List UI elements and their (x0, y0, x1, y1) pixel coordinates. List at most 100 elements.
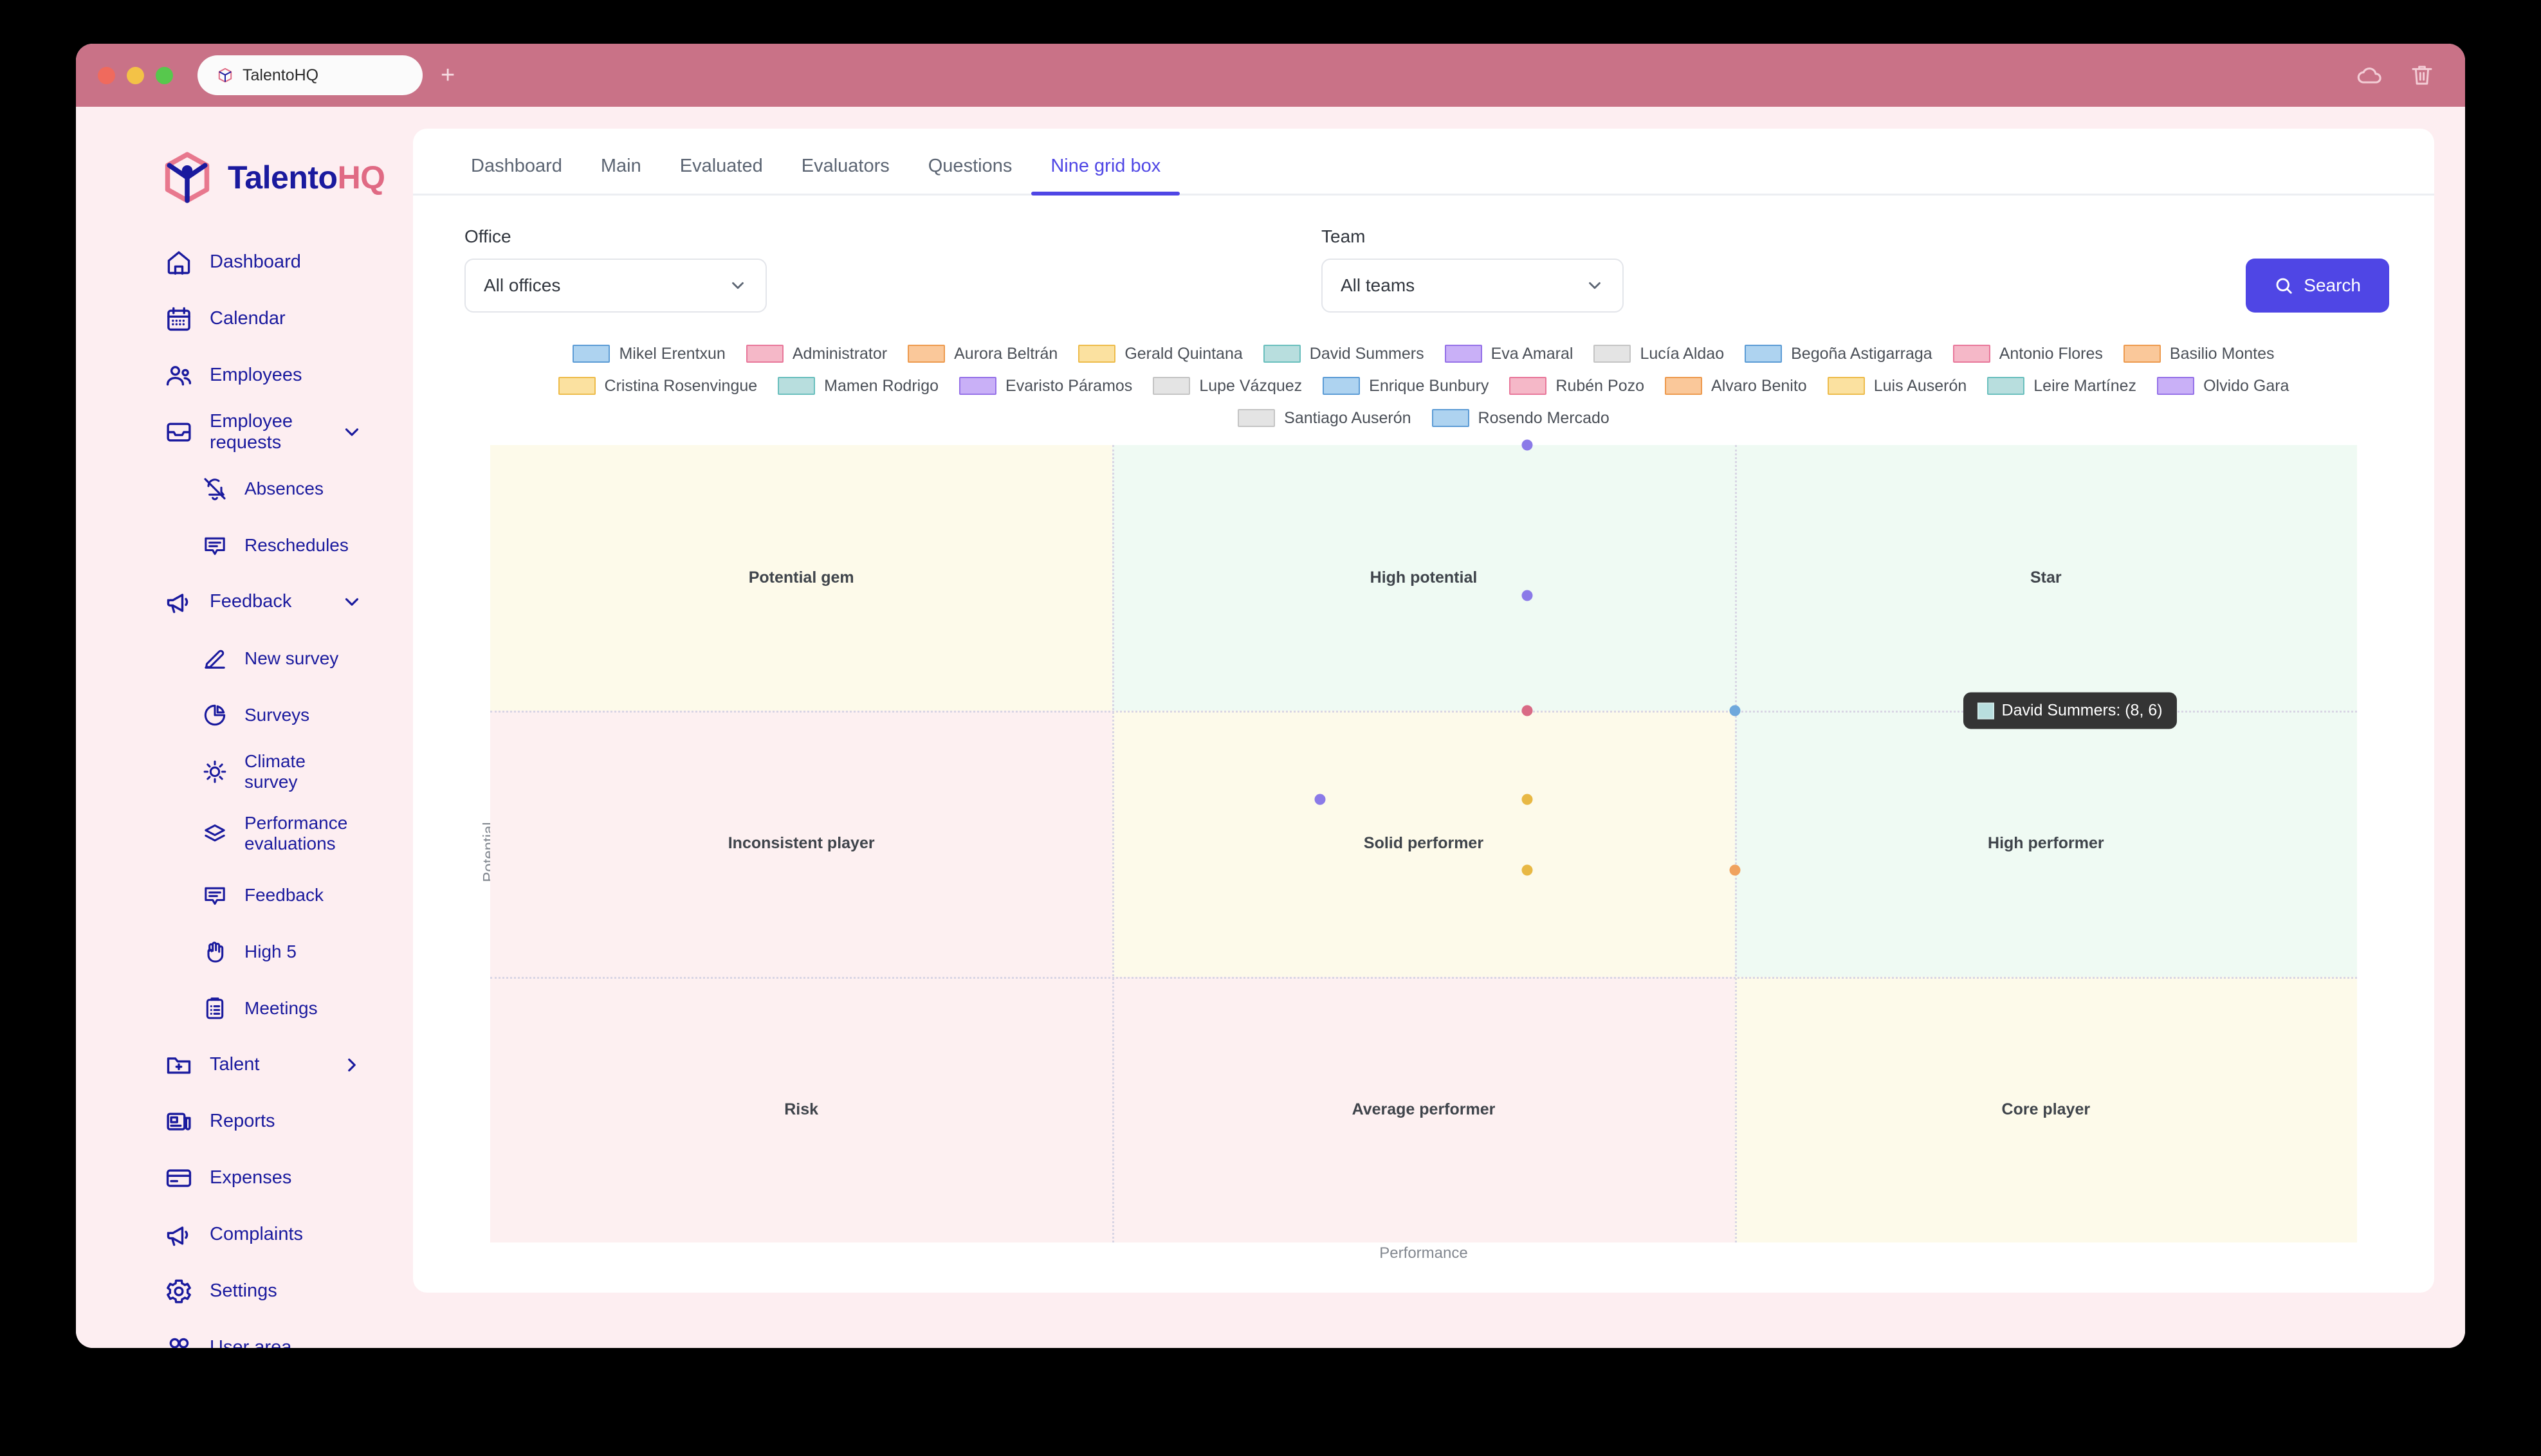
sidebar-item-label: Talent (210, 1054, 260, 1075)
trash-icon[interactable] (2408, 62, 2436, 89)
legend-item[interactable]: David Summers (1253, 341, 1435, 367)
legend-item[interactable]: Santiago Auserón (1227, 405, 1421, 431)
sidebar-item-performance-evaluations[interactable]: Performance evaluations (76, 800, 400, 867)
legend-item[interactable]: Gerald Quintana (1068, 341, 1252, 367)
office-select[interactable]: All offices (464, 259, 767, 313)
legend-label: Rubén Pozo (1555, 376, 1645, 395)
legend-item[interactable]: Rubén Pozo (1499, 373, 1655, 399)
sidebar-item-employee-requests[interactable]: Employee requests (76, 404, 400, 460)
grid-cell-label: Star (2030, 569, 2062, 587)
legend-item[interactable]: Administrator (736, 341, 897, 367)
legend-item[interactable]: Rosendo Mercado (1422, 405, 1620, 431)
legend-item[interactable]: Lucía Aldao (1583, 341, 1734, 367)
legend-item[interactable]: Antonio Flores (1943, 341, 2113, 367)
user-icon (169, 1338, 189, 1348)
chart-data-point[interactable] (1521, 439, 1533, 451)
legend-label: Evaristo Páramos (1005, 376, 1133, 395)
grid-cell-star: Star (1734, 445, 2357, 711)
sidebar-item-reschedules[interactable]: Reschedules (76, 517, 400, 574)
clipboard-icon (206, 997, 224, 1019)
sidebar-item-label: Calendar (210, 308, 286, 329)
legend-item[interactable]: Alvaro Benito (1655, 373, 1817, 399)
close-window-button[interactable] (98, 66, 115, 84)
chart-data-point[interactable] (2040, 705, 2051, 716)
grid-cell-label: High performer (1988, 834, 2104, 853)
legend-item[interactable]: Cristina Rosenvingue (548, 373, 768, 399)
legend-item[interactable]: Mamen Rodrigo (767, 373, 949, 399)
new-tab-button[interactable]: + (441, 63, 455, 87)
sidebar-item-climate-survey[interactable]: Climate survey (76, 743, 400, 800)
search-button[interactable]: Search (2246, 259, 2389, 313)
legend-swatch (1431, 409, 1469, 427)
sidebar-item-reports[interactable]: Reports (76, 1093, 400, 1150)
chevron-down-icon[interactable] (341, 421, 363, 443)
sidebar-item-user-area[interactable]: User area (76, 1320, 400, 1348)
legend-swatch (959, 377, 997, 395)
chart-data-point[interactable] (1521, 794, 1533, 805)
legend-label: Eva Amaral (1491, 344, 1573, 363)
sidebar-item-label: Surveys (244, 704, 310, 725)
sidebar-item-absences[interactable]: Absences (76, 460, 400, 517)
legend-swatch (1509, 377, 1547, 395)
legend-item[interactable]: Enrique Bunbury (1312, 373, 1499, 399)
chevron-right-icon[interactable] (341, 1054, 363, 1076)
chart-data-point[interactable] (1521, 864, 1533, 876)
sidebar-item-feedback[interactable]: Feedback (76, 867, 400, 924)
chrome-actions (2356, 61, 2436, 89)
minimize-window-button[interactable] (127, 66, 144, 84)
tab-nine-grid-box[interactable]: Nine grid box (1031, 156, 1180, 196)
browser-tab[interactable]: TalentoHQ (197, 55, 423, 95)
sidebar-item-calendar[interactable]: Calendar (76, 291, 400, 347)
sidebar-item-settings[interactable]: Settings (76, 1263, 400, 1320)
tab-evaluated[interactable]: Evaluated (661, 156, 782, 194)
tab-dashboard[interactable]: Dashboard (452, 156, 582, 194)
sidebar-item-label: Employee requests (210, 410, 293, 453)
chart-data-point[interactable] (1729, 864, 1741, 876)
legend-item[interactable]: Leire Martínez (1977, 373, 2147, 399)
tab-bar: Dashboard Main Evaluated Evaluators Question… (413, 129, 2434, 196)
tab-questions[interactable]: Questions (909, 156, 1032, 194)
grid-cell-label: Average performer (1352, 1100, 1496, 1118)
cloud-icon[interactable] (2356, 61, 2384, 89)
legend-item[interactable]: Evaristo Páramos (949, 373, 1142, 399)
team-select[interactable]: All teams (1321, 259, 1624, 313)
sidebar-item-dashboard[interactable]: Dashboard (76, 234, 400, 291)
sidebar-item-new-survey[interactable]: New survey (76, 630, 400, 687)
maximize-window-button[interactable] (156, 66, 173, 84)
legend-item[interactable]: Mikel Erentxun (562, 341, 735, 367)
search-button-label: Search (2304, 275, 2361, 295)
legend-item[interactable]: Luis Auserón (1817, 373, 1977, 399)
sidebar-item-high-5[interactable]: High 5 (76, 924, 400, 980)
legend-item[interactable]: Aurora Beltrán (897, 341, 1068, 367)
chart-data-point[interactable] (1314, 794, 1326, 805)
sidebar-item-meetings[interactable]: Meetings (76, 980, 400, 1037)
brand-logo[interactable]: TalentoHQ (76, 139, 400, 216)
chart-data-point[interactable] (1729, 705, 1741, 716)
sidebar-item-label: Absences (244, 478, 324, 498)
legend-item[interactable]: Basilio Montes (2113, 341, 2285, 367)
team-select-value: All teams (1341, 275, 1415, 295)
browser-chrome: TalentoHQ + (76, 44, 2465, 107)
legend-item[interactable]: Olvido Gara (2147, 373, 2299, 399)
legend-label: David Summers (1309, 344, 1424, 363)
sidebar-item-feedback[interactable]: Feedback (76, 574, 400, 630)
legend-item[interactable]: Eva Amaral (1435, 341, 1584, 367)
sidebar-item-expenses[interactable]: Expenses (76, 1150, 400, 1206)
sidebar-item-complaints[interactable]: Complaints (76, 1206, 400, 1263)
chart-data-point[interactable] (2144, 705, 2156, 716)
sidebar-item-employees[interactable]: Employees (76, 347, 400, 404)
tab-main[interactable]: Main (582, 156, 661, 194)
grid-line-horizontal (490, 976, 2357, 979)
legend-item[interactable]: Lupe Vázquez (1142, 373, 1312, 399)
chevron-down-icon[interactable] (341, 591, 363, 613)
sidebar-item-talent[interactable]: Talent (76, 1037, 400, 1093)
legend-label: Olvido Gara (2203, 376, 2289, 395)
tab-evaluators[interactable]: Evaluators (782, 156, 909, 194)
chart-data-point[interactable] (1521, 590, 1533, 601)
sidebar-item-surveys[interactable]: Surveys (76, 687, 400, 743)
chart-data-point[interactable] (1521, 705, 1533, 716)
brand-name-primary: Talento (228, 159, 338, 196)
legend-swatch (1078, 345, 1116, 363)
legend-item[interactable]: Begoña Astigarraga (1734, 341, 1943, 367)
legend-label: Gerald Quintana (1124, 344, 1243, 363)
